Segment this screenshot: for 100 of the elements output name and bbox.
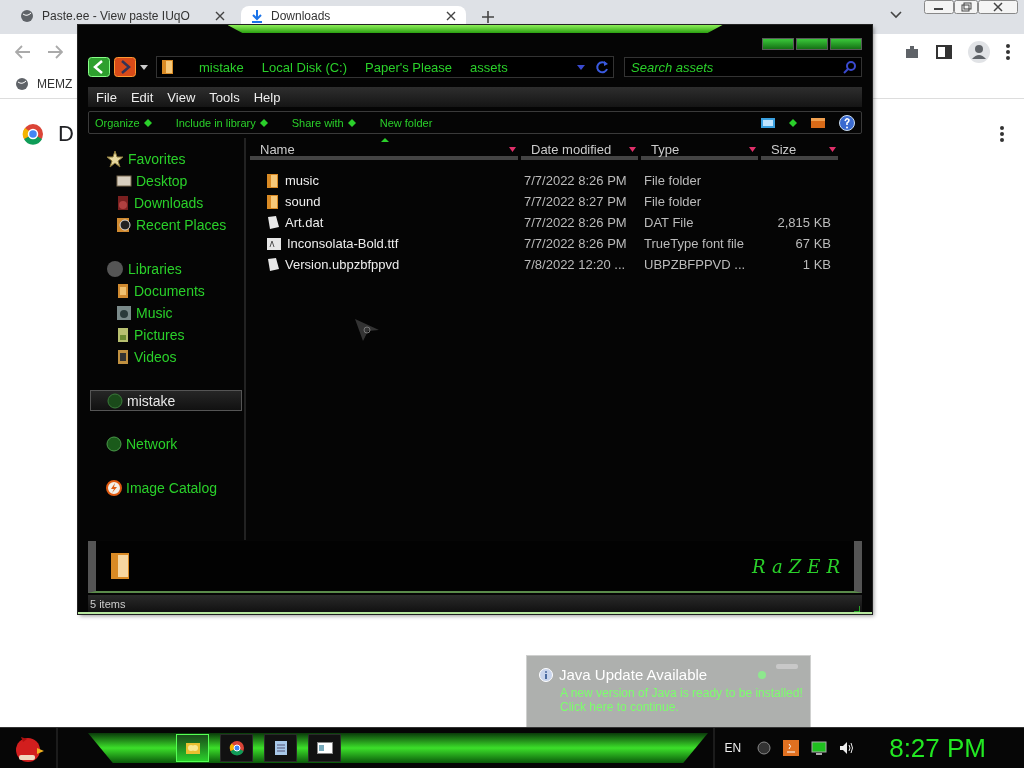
table-cell-text: 7/7/2022 8:26 PM <box>523 236 628 251</box>
notepad-taskbar-button[interactable] <box>264 734 297 762</box>
nav-item[interactable]: Desktop <box>88 170 244 192</box>
sidebar-icon[interactable] <box>936 45 952 59</box>
mouse-pointer-icon <box>354 318 380 342</box>
orb-icon <box>106 436 122 452</box>
toolbar-button[interactable]: Include in library <box>175 116 268 129</box>
column-header[interactable]: Type <box>641 142 758 160</box>
chrome-taskbar-button[interactable] <box>220 734 253 762</box>
clock[interactable]: 8:27 PM <box>889 732 986 764</box>
menu-item[interactable]: Tools <box>209 89 240 105</box>
browser-tab[interactable]: Paste.ee - View paste IUqO <box>10 6 235 25</box>
diamond-icon <box>143 118 152 127</box>
diamond-icon[interactable] <box>789 118 797 127</box>
breadcrumb-item[interactable]: assets <box>470 59 508 75</box>
puzzle-icon[interactable] <box>904 44 920 60</box>
restore-icon[interactable] <box>954 0 978 14</box>
toolbar-button[interactable]: Share with <box>291 116 356 129</box>
breadcrumb-item[interactable]: Paper's Please <box>365 59 453 75</box>
file-name[interactable]: Art.dat <box>250 214 518 231</box>
file-name[interactable]: music <box>250 172 518 189</box>
table-cell-text: 67 KB <box>794 236 832 251</box>
resize-grip-icon <box>854 606 860 612</box>
forward-button-icon[interactable] <box>114 57 136 77</box>
nav-item[interactable]: Videos <box>88 346 244 368</box>
maximize-button[interactable] <box>796 38 828 50</box>
language-indicator[interactable]: EN <box>724 741 742 755</box>
bookmark[interactable]: MEMZ <box>15 77 73 91</box>
address-bar[interactable]: mistake Local Disk (C:) Paper's Please assets <box>156 56 614 78</box>
nav-item[interactable]: Network <box>88 433 244 455</box>
desktop-icon <box>116 174 132 188</box>
close-button[interactable] <box>830 38 862 50</box>
download-icon <box>251 8 263 23</box>
chrome-icon <box>228 740 245 756</box>
menu-item[interactable]: Edit <box>130 89 154 105</box>
file-name[interactable]: Inconsolata-Bold.ttf <box>250 236 518 251</box>
back-button-icon[interactable] <box>88 57 110 77</box>
dropdown-icon <box>749 146 756 152</box>
menu-item[interactable]: File <box>96 89 117 105</box>
minimize-icon[interactable] <box>924 0 954 14</box>
dropdown-icon[interactable] <box>140 64 148 70</box>
file-name[interactable]: Version.ubpzbfppvd <box>250 256 518 273</box>
nav-item[interactable]: Music <box>88 302 244 324</box>
volume-icon[interactable] <box>839 741 856 755</box>
view-icon[interactable] <box>761 117 775 128</box>
diamond-icon <box>347 118 356 127</box>
column-header[interactable]: Name <box>250 142 518 160</box>
minimize-button[interactable] <box>762 38 794 50</box>
nav-item[interactable]: mistake <box>90 390 242 411</box>
table-cell-text: File folder <box>643 173 703 188</box>
chrome-logo-icon <box>22 123 44 145</box>
toolbar-button[interactable]: New folder <box>379 116 433 129</box>
search-field[interactable]: Search assets <box>624 57 862 77</box>
info-icon <box>539 667 553 682</box>
lightning-icon <box>106 480 122 496</box>
recent-icon <box>116 217 132 233</box>
nav-item[interactable]: Recent Places <box>88 214 244 236</box>
help-icon[interactable] <box>839 114 855 131</box>
font-file-icon <box>266 236 282 251</box>
window-taskbar-button[interactable] <box>308 734 341 762</box>
folders-taskbar-button[interactable] <box>176 734 209 762</box>
profile-icon[interactable] <box>968 41 990 63</box>
nav-item[interactable]: Libraries <box>88 258 244 280</box>
diamond-icon <box>259 118 268 127</box>
notepad-icon <box>273 740 288 756</box>
nav-item[interactable]: Image Catalog <box>88 477 244 499</box>
document-icon <box>266 256 280 273</box>
file-name[interactable]: sound <box>250 193 518 210</box>
plus-icon[interactable] <box>482 11 494 23</box>
orb-icon <box>107 392 123 409</box>
column-header[interactable]: Date modified <box>521 142 638 160</box>
search-icon[interactable] <box>843 60 857 74</box>
nav-item[interactable]: Downloads <box>88 192 244 214</box>
dropdown-icon <box>829 146 836 152</box>
preview-pane-icon[interactable] <box>811 117 825 128</box>
downloads-icon <box>116 195 130 211</box>
menu-item[interactable]: Help <box>253 89 281 105</box>
chevron-down-icon[interactable] <box>890 11 902 19</box>
music-icon <box>116 305 132 321</box>
star-icon <box>106 150 124 168</box>
more-icon[interactable] <box>1000 126 1004 142</box>
breadcrumb-item[interactable]: mistake <box>199 59 244 75</box>
folder-icon <box>266 193 280 210</box>
notification-title: Java Update Available <box>559 666 708 683</box>
breadcrumb-item[interactable]: Local Disk (C:) <box>261 59 348 75</box>
folder-icon <box>266 172 280 189</box>
more-icon[interactable] <box>1006 44 1010 60</box>
globe-icon <box>15 77 29 91</box>
nav-item[interactable]: Favorites <box>88 148 244 170</box>
column-header[interactable]: Size <box>761 142 838 160</box>
nav-item[interactable]: Pictures <box>88 324 244 346</box>
table-cell-text: File folder <box>643 194 703 209</box>
folder-icon <box>161 59 175 75</box>
toolbar-button[interactable]: Organize <box>95 116 152 129</box>
nav-item[interactable]: Documents <box>88 280 244 302</box>
refresh-icon[interactable] <box>595 60 609 74</box>
table-cell-text: UBPZBFPPVD ... <box>643 257 747 272</box>
table-cell-text: TrueType font file <box>643 236 745 251</box>
monitor-icon[interactable] <box>811 741 828 755</box>
menu-item[interactable]: View <box>167 89 196 105</box>
